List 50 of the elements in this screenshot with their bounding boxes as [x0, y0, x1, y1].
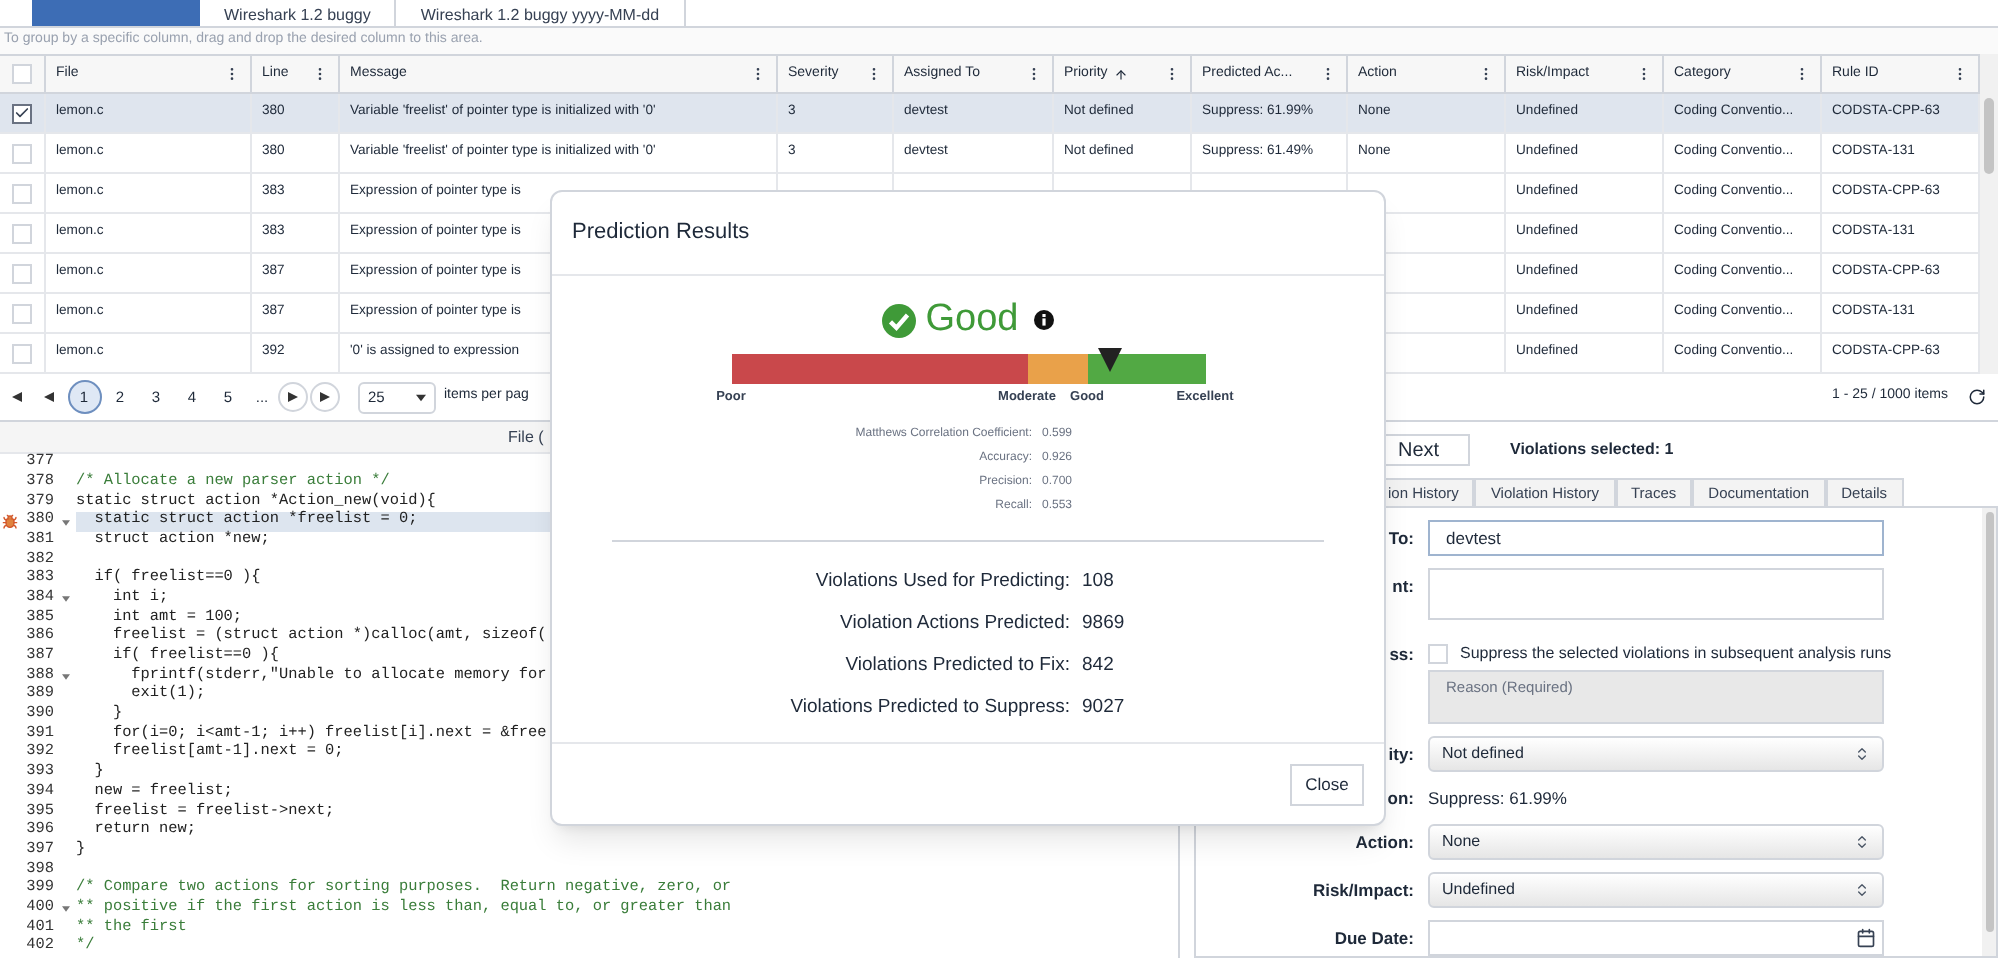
dialog-title: Prediction Results — [572, 218, 750, 249]
date-field[interactable] — [1428, 920, 1884, 956]
field-label: Action: — [1353, 829, 1414, 856]
fold-caret-icon[interactable] — [61, 906, 69, 913]
dropdown-arrows-icon — [1854, 834, 1870, 850]
field-label: Due Date: — [1332, 925, 1414, 952]
stat-label: Violations Predicted to Suppress: — [788, 694, 1072, 723]
check-circle-icon — [881, 303, 916, 337]
checkbox-label: Suppress the selected violations in subsequent analysis runs — [1460, 642, 1892, 666]
scrollbar[interactable] — [1982, 508, 1996, 956]
play-icon[interactable] — [320, 392, 330, 402]
assignee-field[interactable]: devtest — [1428, 520, 1884, 556]
info-icon[interactable] — [1034, 310, 1055, 330]
first-page-icon[interactable] — [11, 392, 21, 402]
last-page-button[interactable] — [310, 382, 340, 412]
file-title: File ( — [508, 425, 544, 450]
stat-label: Violation Actions Predicted: — [838, 610, 1072, 639]
fold-caret-icon[interactable] — [61, 596, 69, 603]
stat-label: Violations Predicted to Fix: — [843, 652, 1072, 681]
dropdown-arrows-icon — [1854, 746, 1870, 762]
stat-value: 9869 — [1082, 610, 1127, 639]
stat-value: 9027 — [1082, 694, 1127, 723]
dropdown[interactable]: None — [1428, 824, 1884, 860]
fold-caret-icon[interactable] — [61, 674, 69, 681]
previous-page-icon[interactable] — [43, 392, 53, 402]
stat-label: Violations Used for Predicting: — [813, 568, 1072, 597]
field-label: To: — [1386, 525, 1414, 552]
field-label: Risk/Impact: — [1310, 877, 1414, 904]
stat-value: 108 — [1082, 568, 1116, 597]
checkbox[interactable] — [12, 103, 32, 123]
stat-value: 842 — [1082, 652, 1116, 681]
dropdown[interactable]: Undefined — [1428, 872, 1884, 908]
field-label: nt: — [1390, 573, 1414, 600]
dropdown[interactable]: Not defined — [1428, 736, 1884, 772]
scrollbar[interactable] — [1980, 54, 1998, 374]
close-button[interactable]: Close — [1290, 763, 1364, 805]
play-icon[interactable] — [288, 392, 298, 402]
prediction-value: Suppress: 61.99% — [1428, 785, 1567, 812]
fold-caret-icon[interactable] — [61, 519, 69, 526]
selection-count: Violations selected: 1 — [1510, 438, 1674, 463]
field-label: ss: — [1387, 642, 1414, 666]
field-label: ity: — [1386, 741, 1414, 768]
rating-label: Good — [925, 300, 1019, 340]
refresh-icon[interactable] — [1968, 388, 1986, 406]
dropdown-arrows-icon — [1854, 882, 1870, 898]
next-page-button[interactable] — [278, 382, 308, 412]
comment-field[interactable] — [1428, 568, 1884, 620]
calendar-icon[interactable] — [1856, 928, 1876, 948]
next-button[interactable]: Next — [1384, 434, 1470, 467]
caret-icon — [416, 393, 426, 401]
